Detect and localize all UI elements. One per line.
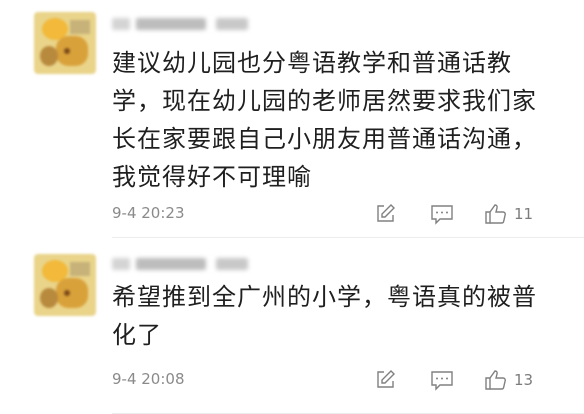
comment-meta: 9-4 20:23 11 [112,202,554,226]
like-button[interactable]: 11 [484,202,533,226]
edit-icon [377,204,395,222]
edit-icon [377,370,395,388]
comment-meta: 9-4 20:08 13 [112,368,554,392]
comment-text: 建议幼儿园也分粤语教学和普通话教学，现在幼儿园的老师居然要求我们家长在家要跟自己… [112,49,537,191]
avatar[interactable] [34,12,96,74]
thumbs-up-icon [485,204,506,224]
comment-time: 9-4 20:08 [112,370,185,388]
username-blurred[interactable] [112,254,252,274]
comment-text: 希望推到全广州的小学，粤语真的被普化了 [112,283,537,349]
comment-reply-icon [431,205,453,225]
avatar[interactable] [34,254,96,316]
like-button[interactable]: 13 [484,368,533,392]
reply-button[interactable] [430,202,454,226]
comment-time: 9-4 20:23 [112,204,185,222]
edit-button[interactable] [374,368,396,392]
reply-button[interactable] [430,368,454,392]
username-blurred[interactable] [112,14,252,34]
like-count: 11 [514,205,534,223]
thumbs-up-icon [485,370,506,390]
comment-item: 建议幼儿园也分粤语教学和普通话教学，现在幼儿园的老师居然要求我们家长在家要跟自己… [0,0,584,238]
edit-button[interactable] [374,202,396,226]
comment-item: 希望推到全广州的小学，粤语真的被普化了 9-4 20:08 13 [0,238,584,414]
comment-reply-icon [431,371,453,391]
like-count: 13 [514,371,534,389]
